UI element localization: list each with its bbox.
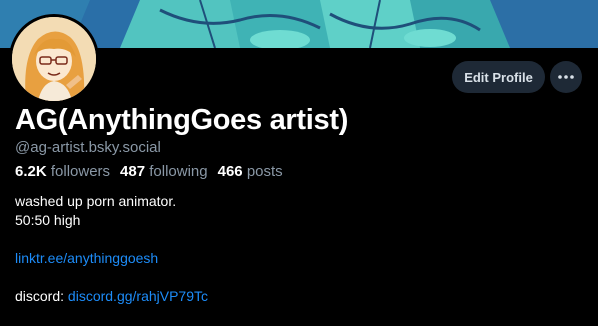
ellipsis-icon [558,75,574,79]
edit-profile-button[interactable]: Edit Profile [452,61,545,93]
discord-link[interactable]: discord.gg/rahjVP79Tc [68,288,208,304]
profile-avatar[interactable] [9,14,99,104]
edit-profile-label: Edit Profile [464,69,533,85]
user-handle: @ag-artist.bsky.social [15,139,161,156]
bio-line-2: 50:50 high [15,212,81,228]
following-stat[interactable]: 487 following [120,163,208,180]
linktree-link[interactable]: linktr.ee/anythinggoesh [15,250,158,266]
more-options-button[interactable] [550,61,582,93]
posts-label: posts [246,163,283,180]
profile-stats: 6.2K followers 487 following 466 posts [15,162,283,182]
bio-line-1: washed up porn animator. [15,193,177,209]
following-count: 487 [120,163,146,180]
posts-count: 466 [217,163,243,180]
following-label: following [149,163,208,180]
posts-stat: 466 posts [218,163,283,180]
profile-bio: washed up porn animator. 50:50 high link… [15,192,208,306]
display-name: AG(AnythingGoes artist) [15,104,349,136]
discord-label: discord: [15,288,68,304]
followers-stat[interactable]: 6.2K followers [15,163,110,180]
followers-count: 6.2K [15,163,47,180]
avatar-art [12,17,96,101]
followers-label: followers [50,163,111,180]
